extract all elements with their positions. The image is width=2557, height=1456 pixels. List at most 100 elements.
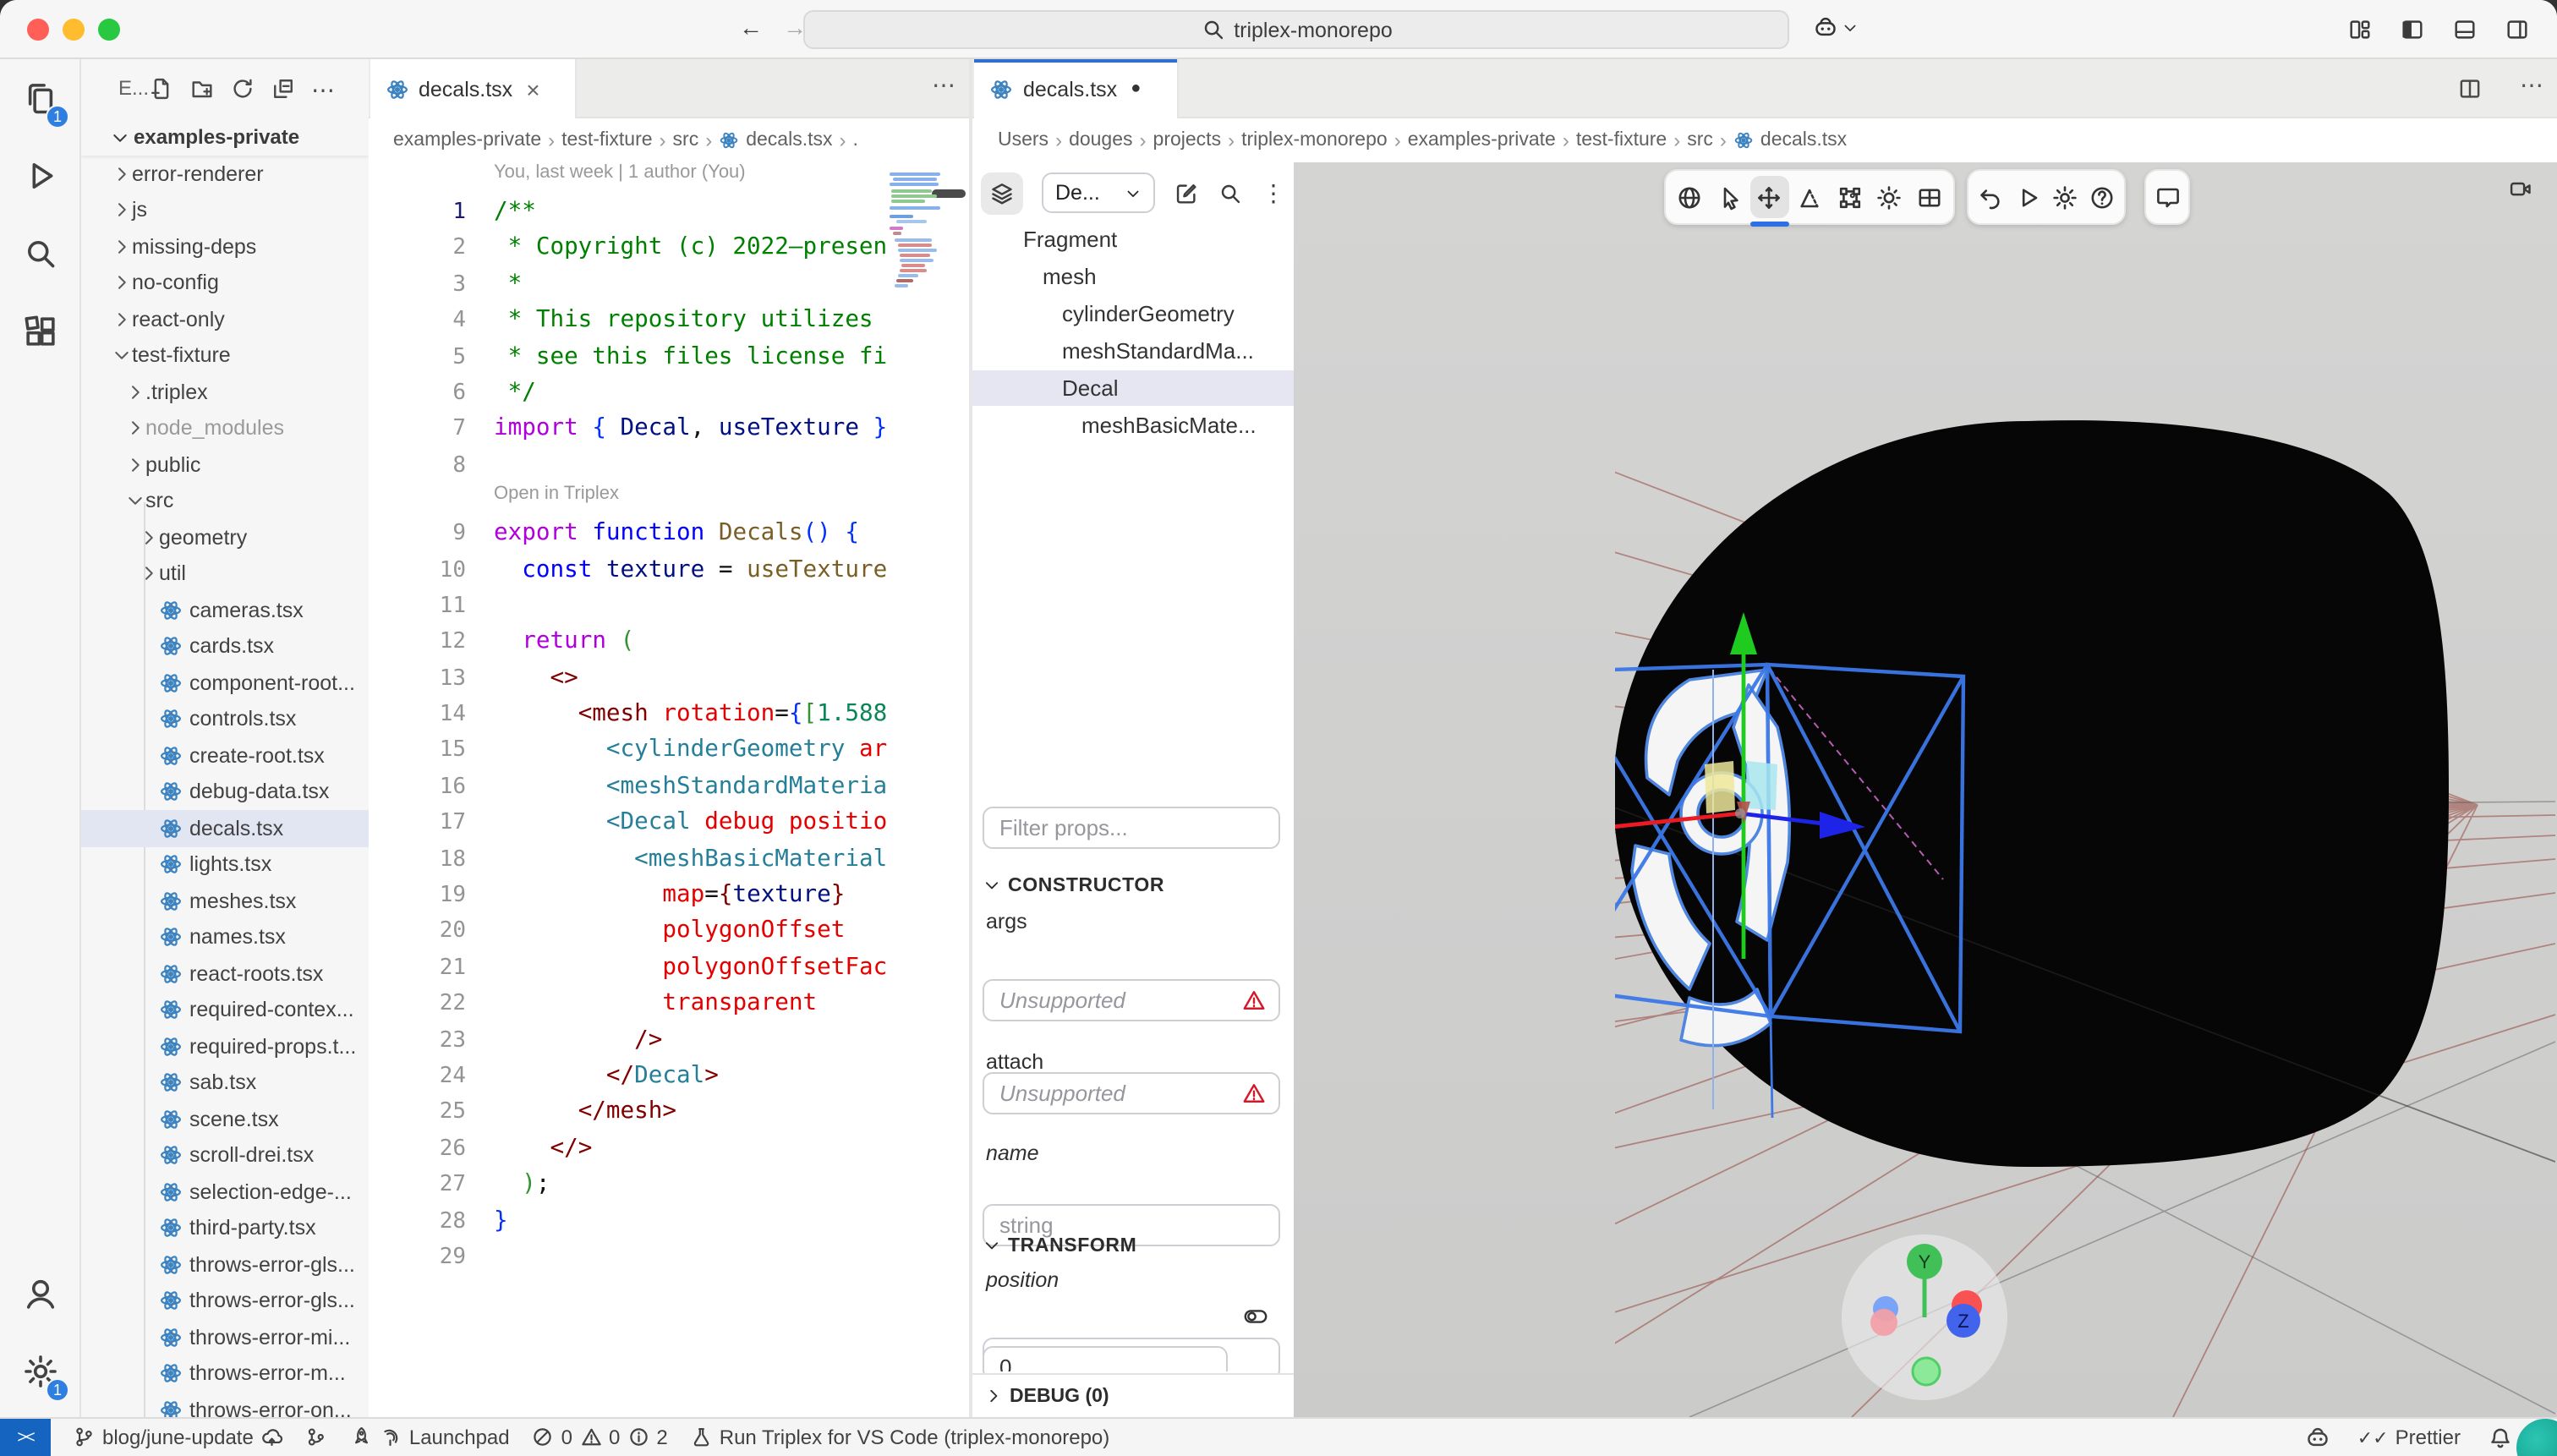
problems-item[interactable]: 0 0 2: [532, 1426, 668, 1449]
breadcrumb-item[interactable]: examples-private: [1408, 130, 1556, 151]
code-line-1[interactable]: 1/**: [368, 194, 969, 231]
viewport-move-button[interactable]: [1750, 176, 1788, 218]
zoom-window-button[interactable]: [98, 19, 120, 41]
code-line-4[interactable]: 4 * This repository utilizes: [368, 303, 969, 339]
edit-icon[interactable]: [1174, 180, 1199, 205]
viewport-help-button[interactable]: [2084, 176, 2120, 218]
tree-item-throws-error-m...[interactable]: throws-error-m...: [81, 1355, 368, 1392]
close-window-button[interactable]: [27, 19, 49, 41]
code-line-9[interactable]: 9export function Decals() {: [368, 516, 969, 552]
code-line-20[interactable]: 20 polygonOffset: [368, 914, 969, 950]
viewport-undo-button[interactable]: [1974, 176, 2009, 218]
tree-item-create-root.tsx[interactable]: create-root.tsx: [81, 737, 368, 774]
code-line-12[interactable]: 12 return (: [368, 625, 969, 661]
tree-item-react-only[interactable]: react-only: [81, 301, 368, 337]
scene-item-mesh[interactable]: mesh: [972, 259, 1294, 296]
camera-icon[interactable]: [2508, 176, 2533, 201]
args-field-1[interactable]: [999, 988, 1263, 1013]
breadcrumb-item[interactable]: decals.tsx: [1760, 130, 1847, 151]
breadcrumb-item[interactable]: decals.tsx: [746, 130, 832, 151]
tree-item-throws-error-on...[interactable]: throws-error-on...: [81, 1392, 368, 1417]
collapse-all-icon[interactable]: [271, 76, 296, 101]
git-branch-item[interactable]: blog/june-update: [73, 1426, 283, 1449]
refresh-icon[interactable]: [230, 76, 255, 101]
breadcrumb-item[interactable]: src: [1687, 130, 1713, 151]
more-actions-icon[interactable]: ⋯: [2520, 71, 2543, 100]
tree-item-names.tsx[interactable]: names.tsx: [81, 919, 368, 955]
viewport-prism-button[interactable]: [1790, 176, 1828, 218]
prettier-item[interactable]: ✓✓ Prettier: [2357, 1426, 2461, 1449]
filter-props-field[interactable]: [999, 815, 1263, 840]
viewport-sun-button[interactable]: [1870, 176, 1908, 218]
code-line-11[interactable]: 11: [368, 588, 969, 625]
tab-decals-tsx[interactable]: decals.tsx ×: [370, 59, 576, 118]
kebab-menu-icon[interactable]: ⋮: [1262, 181, 1285, 205]
code-line-27[interactable]: 27 );: [368, 1167, 969, 1203]
constructor-section-header[interactable]: CONSTRUCTOR: [983, 873, 1164, 898]
tree-item-geometry[interactable]: geometry: [81, 519, 368, 556]
dirty-dot-icon[interactable]: ●: [1131, 79, 1141, 98]
code-line-24[interactable]: 24 </Decal>: [368, 1059, 969, 1095]
codelens-open-in-triplex[interactable]: Open in Triplex: [368, 484, 969, 516]
breadcrumb[interactable]: examples-private›test-fixture›src›decals…: [368, 118, 969, 162]
activity-bar-item-settings[interactable]: 1: [0, 1333, 81, 1410]
breadcrumb-item[interactable]: douges: [1069, 130, 1132, 151]
viewport-frame-button[interactable]: [1910, 176, 1948, 218]
tree-item-component-root...[interactable]: component-root...: [81, 665, 368, 701]
code-line-7[interactable]: 7import { Decal, useTexture }: [368, 412, 969, 448]
minimap[interactable]: [890, 169, 947, 1417]
code-line-2[interactable]: 2 * Copyright (c) 2022–presen: [368, 231, 969, 267]
tree-item-required-props.t...[interactable]: required-props.t...: [81, 1028, 368, 1065]
transform-section-header[interactable]: TRANSFORM: [983, 1233, 1136, 1258]
code-line-6[interactable]: 6 */: [368, 375, 969, 412]
tree-item-third-party.tsx[interactable]: third-party.tsx: [81, 1210, 368, 1246]
breadcrumb-item[interactable]: examples-private: [393, 130, 541, 151]
scene-item-meshBasicMate...[interactable]: meshBasicMate...: [972, 407, 1294, 444]
code-line-18[interactable]: 18 <meshBasicMaterial: [368, 841, 969, 878]
code-line-28[interactable]: 28}: [368, 1203, 969, 1240]
tree-item-test-fixture[interactable]: test-fixture: [81, 337, 368, 374]
3d-viewport[interactable]: Y Z: [1294, 162, 2557, 1417]
debug-section-header[interactable]: DEBUG (0): [972, 1373, 1294, 1417]
activity-bar-item-extensions[interactable]: [0, 293, 81, 370]
notifications-bell-icon[interactable]: [2488, 1425, 2513, 1450]
close-icon[interactable]: ×: [526, 75, 539, 102]
code-editor[interactable]: You, last week | 1 author (You)1/**2 * C…: [368, 162, 969, 1417]
code-line-5[interactable]: 5 * see this files license fi: [368, 339, 969, 375]
code-line-10[interactable]: 10 const texture = useTexture: [368, 552, 969, 588]
activity-bar-item-run-debug[interactable]: [0, 137, 81, 215]
breadcrumb-item[interactable]: test-fixture: [561, 130, 652, 151]
back-arrow-icon[interactable]: ←: [739, 14, 763, 41]
run-task-item[interactable]: Run Triplex for VS Code (triplex-monorep…: [690, 1426, 1110, 1449]
remote-indicator[interactable]: ><: [0, 1418, 51, 1456]
copilot-status-icon[interactable]: [2305, 1425, 2330, 1450]
scene-item-cylinderGeometry[interactable]: cylinderGeometry: [972, 296, 1294, 333]
scene-item-Fragment[interactable]: Fragment: [972, 222, 1294, 259]
breadcrumb-item[interactable]: test-fixture: [1576, 130, 1667, 151]
tab-decals-tsx-triplex[interactable]: decals.tsx ●: [974, 59, 1179, 118]
scrollbar-thumb[interactable]: [932, 189, 966, 198]
code-line-3[interactable]: 3 *: [368, 267, 969, 304]
tree-item-throws-error-gls...[interactable]: throws-error-gls...: [81, 1246, 368, 1283]
toggle-secondary-sidebar-icon[interactable]: [2505, 17, 2530, 42]
copilot-menu[interactable]: [1813, 15, 1859, 41]
viewport-play-button[interactable]: [2011, 176, 2046, 218]
viewport-globe-button[interactable]: [1671, 176, 1709, 218]
code-line-23[interactable]: 23 />: [368, 1022, 969, 1059]
layers-button[interactable]: [981, 172, 1023, 214]
breadcrumb-item[interactable]: triplex-monorepo: [1241, 130, 1388, 151]
tree-item-util[interactable]: util: [81, 556, 368, 592]
code-line-19[interactable]: 19 map={texture}: [368, 878, 969, 914]
tree-item-js[interactable]: js: [81, 192, 368, 228]
tree-item-public[interactable]: public: [81, 446, 368, 483]
source-control-graph-item[interactable]: [305, 1426, 328, 1449]
tree-item-node-modules[interactable]: node_modules: [81, 410, 368, 446]
breadcrumb-item[interactable]: Users: [998, 130, 1049, 151]
viewport-transform-button[interactable]: [1831, 176, 1869, 218]
breadcrumb-item[interactable]: projects: [1153, 130, 1222, 151]
tree-item-react-roots.tsx[interactable]: react-roots.tsx: [81, 955, 368, 992]
tree-item-scroll-drei.tsx[interactable]: scroll-drei.tsx: [81, 1137, 368, 1174]
breadcrumb-item[interactable]: src: [673, 130, 699, 151]
code-line-21[interactable]: 21 polygonOffsetFac: [368, 950, 969, 987]
scene-item-meshStandardMa...[interactable]: meshStandardMa...: [972, 332, 1294, 369]
